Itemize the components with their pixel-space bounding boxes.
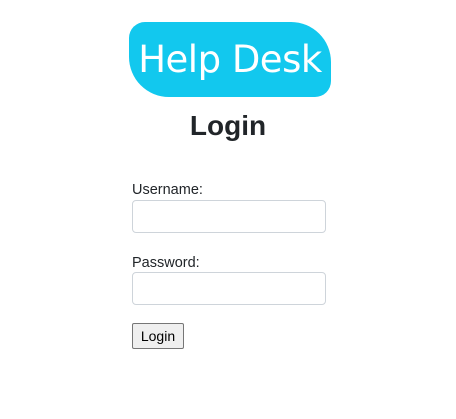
help-desk-logo: Help Desk (129, 22, 331, 97)
login-page: Help Desk Login Username: Password: Logi… (0, 0, 456, 419)
username-label: Username: (132, 182, 203, 198)
password-label: Password: (132, 255, 200, 271)
page-title: Login (189, 110, 267, 141)
password-input[interactable] (132, 272, 326, 305)
login-button[interactable]: Login (132, 323, 184, 349)
username-input[interactable] (132, 200, 326, 233)
